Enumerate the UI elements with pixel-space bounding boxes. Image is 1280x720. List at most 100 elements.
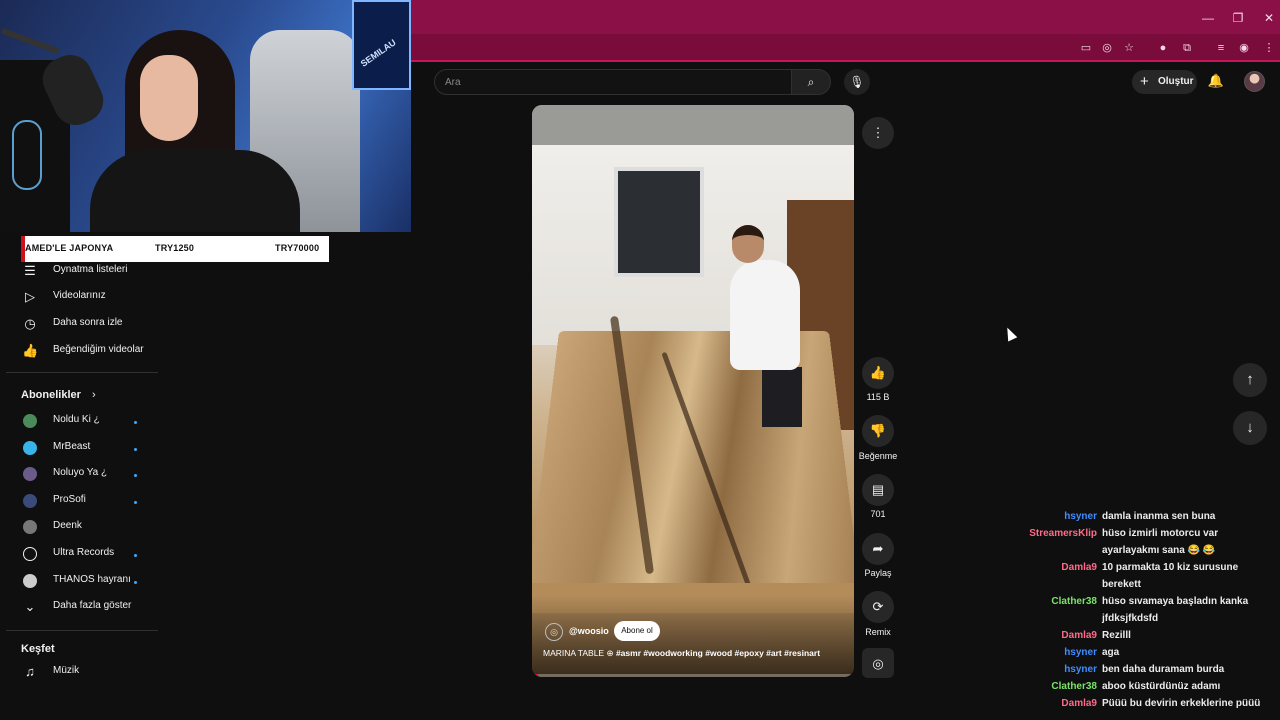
chat-text: aga [1102, 647, 1120, 658]
show-more-button[interactable]: ⌄ Daha fazla göster [6, 595, 158, 621]
sidebar-item-subscription[interactable]: Ultra Records [6, 542, 158, 568]
voice-search-button[interactable]: 🎙 [844, 69, 870, 95]
create-label: Oluştur [1158, 76, 1194, 87]
avatar [23, 467, 37, 481]
your-videos-icon: ▷ [25, 289, 35, 304]
browser-toolbar [411, 34, 1280, 62]
video-scene [730, 260, 800, 370]
sidebar-item-subscription[interactable]: Deenk [6, 515, 158, 541]
previous-short-button[interactable]: ↑ [1233, 363, 1267, 397]
minimize-button[interactable]: — [1197, 10, 1219, 26]
sidebar-item-subscription[interactable]: Noldu Ki ¿ [6, 409, 158, 435]
globe-icon: ⊕ [606, 648, 616, 658]
screen: — ❐ ✕ ▭ ◎ ☆ ● ⧉ ≡ ◉ ⋮ SEMILAU AMED'LE JA… [0, 0, 1280, 720]
eye-off-icon[interactable]: ◎ [1100, 41, 1114, 55]
mic-arm [0, 27, 60, 55]
new-content-dot [134, 501, 137, 504]
video-scene [532, 105, 854, 145]
profile-icon[interactable]: ◉ [1237, 41, 1251, 55]
video-gradient [532, 595, 854, 677]
explore-heading: Keşfet [21, 643, 55, 655]
thumbs-up-icon: 👍 [22, 343, 39, 358]
subscriptions-heading[interactable]: Abonelikler › [21, 389, 96, 401]
puzzle-icon[interactable]: ⧉ [1180, 41, 1194, 55]
mic-icon: 🎙 [849, 75, 865, 89]
chat-text: Rezilll [1102, 630, 1131, 641]
sidebar-item-music[interactable]: ♫ Müzik [6, 660, 158, 686]
search-button[interactable]: ⌕ [791, 69, 831, 95]
video-scene [614, 167, 704, 277]
browser-chrome: — ❐ ✕ ▭ ◎ ☆ ● ⧉ ≡ ◉ ⋮ [411, 0, 1280, 62]
notifications-bell-icon[interactable]: 🔔 [1207, 72, 1225, 90]
share-icon: ➦ [872, 541, 884, 556]
sidebar-item-subscription[interactable]: MrBeast [6, 436, 158, 462]
sidebar-item-liked-videos[interactable]: 👍 Beğendiğim videolar [6, 339, 158, 365]
dislike-button[interactable]: 👎 [862, 415, 894, 447]
new-content-dot [134, 421, 137, 424]
webcam-overlay: SEMILAU [0, 0, 411, 232]
new-content-dot [134, 474, 137, 477]
thumbs-up-icon: 👍 [869, 365, 887, 380]
video-progress-fill [532, 674, 539, 677]
search-box [434, 69, 792, 95]
sidebar-item-label: Noluyo Ya ¿ [53, 467, 108, 478]
new-content-dot [134, 448, 137, 451]
streamer-face [140, 55, 198, 141]
short-caption[interactable]: MARINA TABLE ⊕ #asmr #woodworking #wood … [543, 648, 848, 659]
dislike-label: Beğenme [858, 451, 898, 461]
chat-text: aboo küstürdünüz adamı [1102, 681, 1221, 692]
sidebar-item-subscription[interactable]: THANOS hayranı [6, 569, 158, 595]
comments-button[interactable]: ▤ [862, 474, 894, 506]
comment-count: 701 [870, 509, 886, 519]
menu-icon[interactable]: ⋮ [1262, 41, 1276, 55]
extension-badge-icon[interactable]: ● [1156, 41, 1170, 55]
chat-text: 10 parmakta 10 kiz surusune berekett [1102, 562, 1239, 590]
ticker-target-amount: TRY70000 [275, 243, 320, 253]
more-vert-icon: ⋮ [871, 125, 885, 140]
restore-button[interactable]: ❐ [1227, 10, 1249, 26]
account-avatar[interactable] [1244, 71, 1265, 92]
star-icon[interactable]: ☆ [1122, 41, 1136, 55]
sidebar-item-subscription[interactable]: Noluyo Ya ¿ [6, 462, 158, 488]
remix-label: Remix [865, 627, 891, 637]
chat-text: hüso izmirli motorcu var ayarlayakmı san… [1102, 528, 1219, 556]
new-content-dot [134, 554, 137, 557]
video-progress-bar[interactable] [532, 674, 854, 677]
sound-button[interactable]: ◎ [862, 648, 894, 678]
video-scene [732, 225, 764, 263]
chat-username: Damla9 [1061, 698, 1097, 709]
close-window-button[interactable]: ✕ [1258, 10, 1280, 26]
pc-fan-glow [12, 120, 42, 190]
short-video-player[interactable]: ◎ @woosio Abone ol MARINA TABLE ⊕ #asmr … [532, 105, 854, 677]
like-button[interactable]: 👍 [862, 357, 894, 389]
cast-icon[interactable]: ▭ [1079, 41, 1093, 55]
more-options-button[interactable]: ⋮ [862, 117, 894, 149]
sidebar-item-your-videos[interactable]: ▷ Videolarınız [6, 285, 158, 311]
channel-avatar-icon[interactable]: ◎ [545, 623, 563, 641]
ticker-goal-label: AMED'LE JAPONYA [25, 243, 114, 253]
sidebar-item-playlists[interactable]: ☰ Oynatma listeleri [6, 259, 158, 285]
avatar [23, 414, 37, 428]
share-label: Paylaş [864, 568, 892, 578]
chat-username: Damla9 [1061, 630, 1097, 641]
subscribe-button[interactable]: Abone ol [614, 621, 660, 641]
sidebar-item-subscription[interactable]: ProSofi [6, 489, 158, 515]
sidebar-item-label: MrBeast [53, 441, 91, 452]
chat-text: damla inanma sen buna [1102, 511, 1216, 522]
channel-name[interactable]: @woosio [569, 626, 609, 636]
chat-username: hsyner [1064, 664, 1097, 675]
sidebar-item-watch-later[interactable]: ◷ Daha sonra izle [6, 312, 158, 338]
comment-icon: ▤ [871, 482, 885, 497]
sidebar-item-label: Videolarınız [53, 290, 106, 301]
video-scene [532, 330, 854, 611]
share-button[interactable]: ➦ [862, 533, 894, 565]
create-button[interactable]: + Oluştur [1132, 70, 1197, 94]
queue-icon[interactable]: ≡ [1214, 41, 1228, 55]
sidebar-item-label: Ultra Records [53, 547, 115, 558]
next-short-button[interactable]: ↓ [1233, 411, 1267, 445]
search-input[interactable] [445, 75, 775, 89]
like-count: 115 B [866, 392, 890, 402]
remix-button[interactable]: ⟳ [862, 591, 894, 623]
sidebar-item-label: Deenk [53, 520, 82, 531]
chat-username: StreamersKlip [1029, 528, 1097, 539]
